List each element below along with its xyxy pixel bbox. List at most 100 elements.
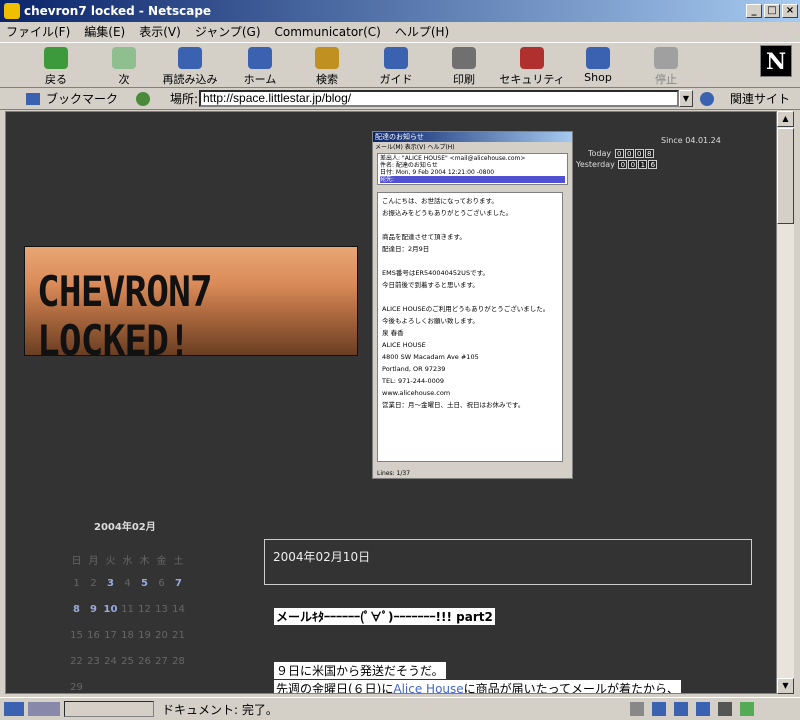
calendar-day: 2: [90, 578, 97, 589]
mail-icon[interactable]: [652, 702, 666, 716]
entry-text-line: ９日に米国から発送だそうだ。: [274, 662, 446, 679]
screenshot-line: ALICE HOUSEのご利用どうもありがとうございました。: [382, 305, 550, 313]
calendar-day: 13: [155, 604, 168, 615]
search-icon: [315, 47, 339, 69]
security-status-icon[interactable]: [4, 702, 24, 716]
reload-button[interactable]: 再読み込み: [156, 47, 224, 87]
screenshot-line: 配達日：2月9日: [382, 245, 430, 253]
print-icon: [452, 47, 476, 69]
shop-button[interactable]: Shop: [564, 47, 632, 84]
bookmarks-button[interactable]: ブックマーク: [46, 90, 118, 107]
window-title: chevron7 locked - Netscape: [24, 4, 212, 18]
check-icon[interactable]: [740, 702, 754, 716]
title-bar: chevron7 locked - Netscape _ □ ×: [0, 0, 800, 22]
search-button[interactable]: 検索: [293, 47, 361, 87]
menu-help[interactable]: ヘルプ(H): [395, 23, 449, 40]
calendar-day: 4: [124, 578, 131, 589]
screenshot-line: 営業日：月～金曜日、土日、祝日はお休みです。: [382, 401, 525, 409]
guide-button[interactable]: ガイド: [362, 47, 430, 87]
calendar-day: [119, 682, 136, 693]
screenshot-line: EMS番号はER540040452USです。: [382, 269, 489, 277]
since-label: Since 04.01.24: [661, 136, 721, 145]
calendar-day[interactable]: 9: [85, 604, 102, 630]
url-input[interactable]: http://space.littlestar.jp/blog/: [199, 90, 679, 107]
stop-button[interactable]: 停止: [632, 47, 700, 87]
calendar-day: 21: [172, 630, 185, 641]
calendar-day[interactable]: 7: [170, 578, 187, 604]
menu-go[interactable]: ジャンプ(G): [195, 23, 261, 40]
component-bar: [630, 702, 790, 716]
calendar-day[interactable]: 8: [68, 604, 85, 630]
calendar-day: 24: [104, 656, 117, 667]
counter-digit: 0: [624, 149, 634, 158]
alice-house-link[interactable]: Alice House: [393, 682, 463, 693]
reload-icon: [178, 47, 202, 69]
bookmark-icon: [26, 92, 40, 105]
print-button[interactable]: 印刷: [430, 47, 498, 87]
calendar-day: [85, 682, 102, 693]
calendar-day: 17: [104, 630, 117, 641]
menu-communicator[interactable]: Communicator(C): [275, 25, 381, 39]
navigator-icon[interactable]: [630, 702, 644, 716]
calendar-day: 19: [138, 630, 151, 641]
page-proxy-icon[interactable]: [136, 91, 151, 106]
back-button[interactable]: 戻る: [22, 47, 90, 87]
close-button[interactable]: ×: [782, 4, 798, 18]
calendar-weekday: 日: [71, 556, 82, 567]
related-sites-button[interactable]: 関連サイト: [730, 90, 790, 107]
menu-bar: ファイル(F) 編集(E) 表示(V) ジャンプ(G) Communicator…: [0, 22, 800, 41]
scroll-thumb[interactable]: [777, 128, 794, 224]
calendar-day: 27: [155, 656, 168, 667]
calendar-day: 1: [73, 578, 80, 589]
netscape-logo[interactable]: N: [760, 45, 792, 77]
entry-title[interactable]: メールｷﾀｰｰｰｰｰｰ(ﾟ∀ﾟ)ｰｰｰｰｰｰｰ!!! part2: [274, 608, 495, 625]
calendar-day: 12: [138, 604, 151, 615]
access-counter: Since 04.01.24 Today 0008 Yesterday 0016: [576, 136, 721, 169]
menu-file[interactable]: ファイル(F): [6, 23, 70, 40]
maximize-button[interactable]: □: [764, 4, 780, 18]
screenshot-menu: メール(M) 表示(V) ヘルプ(H): [375, 144, 455, 151]
forward-button[interactable]: 次: [90, 47, 158, 87]
progress-bar: [64, 701, 154, 717]
composer-icon[interactable]: [718, 702, 732, 716]
screenshot-line: 泉 春香: [382, 329, 404, 337]
calendar-day: 14: [172, 604, 185, 615]
home-button[interactable]: ホーム: [226, 47, 294, 87]
counter-digit: 1: [638, 160, 648, 169]
yesterday-label: Yesterday: [576, 160, 615, 169]
entry-text: に商品が届いたってメールが着たから、: [463, 682, 680, 694]
calendar-day[interactable]: 5: [136, 578, 153, 604]
minimize-button[interactable]: _: [746, 4, 762, 18]
screenshot-line: [382, 291, 558, 303]
security-button[interactable]: セキュリティ: [498, 47, 566, 87]
menu-view[interactable]: 表示(V): [139, 23, 181, 40]
address-book-icon[interactable]: [696, 702, 710, 716]
blog-banner[interactable]: CHEVRON7 LOCKED!: [24, 246, 358, 365]
screenshot-line: [382, 255, 558, 267]
newsgroup-icon[interactable]: [674, 702, 688, 716]
status-text: ドキュメント: 完了。: [162, 702, 278, 717]
calendar-day: [170, 682, 187, 693]
calendar-day: 29: [70, 682, 83, 693]
counter-digit: 0: [634, 149, 644, 158]
scroll-down-button[interactable]: ▼: [777, 678, 794, 694]
calendar-day[interactable]: 10: [102, 604, 119, 630]
scroll-up-button[interactable]: ▲: [777, 111, 794, 127]
calendar-day: 16: [87, 630, 100, 641]
calendar-day: [102, 682, 119, 693]
url-dropdown-button[interactable]: ▼: [679, 90, 693, 107]
vertical-scrollbar[interactable]: ▲ ▼: [777, 111, 794, 694]
back-arrow-icon: [44, 47, 68, 69]
counter-digit: 0: [614, 149, 624, 158]
screenshot-line: www.alicehouse.com: [382, 389, 451, 397]
forward-arrow-icon: [112, 47, 136, 69]
calendar-day[interactable]: 3: [102, 578, 119, 604]
menu-edit[interactable]: 編集(E): [84, 23, 125, 40]
calendar-weekday: 火: [105, 556, 116, 567]
calendar-day: 11: [121, 604, 134, 615]
calendar-weekday: 月: [88, 556, 99, 567]
entry-text: 先週の金曜日(６日)に: [276, 682, 394, 694]
screenshot-status: Lines: 1/37: [377, 470, 411, 477]
counter-digit: 0: [628, 160, 638, 169]
screenshot-line: お振込みをどうもありがとうございました。: [382, 209, 512, 217]
